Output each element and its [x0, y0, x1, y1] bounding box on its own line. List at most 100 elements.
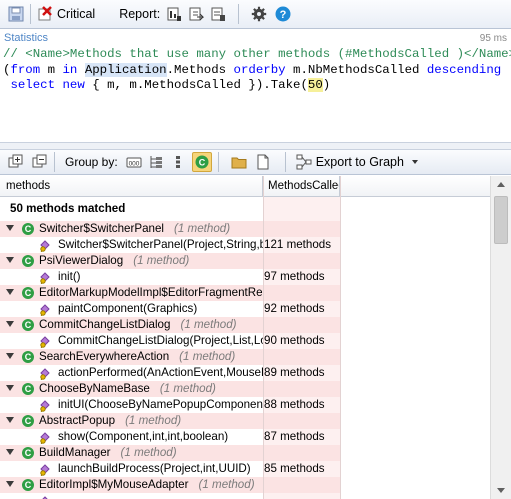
scroll-up-icon[interactable]	[497, 182, 505, 187]
query-editor[interactable]: // <Name>Methods that use many other met…	[0, 47, 511, 145]
expand-chevron-icon[interactable]	[6, 449, 14, 455]
group-assembly-icon[interactable]: 000	[126, 154, 142, 170]
type-method-count: (1 method)	[133, 254, 190, 267]
class-icon: C	[22, 255, 34, 267]
results-toolbar: Group by: 000 C Export to Graph	[0, 150, 511, 175]
expand-chevron-icon[interactable]	[6, 481, 14, 487]
type-method-count: (1 method)	[198, 478, 255, 491]
type-row[interactable]: C Switcher$SwitcherPanel (1 method)	[0, 221, 490, 237]
type-row[interactable]: C SearchEverywhereAction (1 method)	[0, 349, 490, 365]
methods-called-value	[264, 493, 340, 499]
save-icon[interactable]	[8, 6, 24, 22]
type-name: Switcher$SwitcherPanel	[39, 222, 165, 235]
method-row[interactable]: paintComponent(Graphics) 92 methods	[0, 301, 490, 317]
help-icon[interactable]: ?	[275, 6, 291, 22]
method-row[interactable]: Switcher$SwitcherPanel(Project,String,bo…	[0, 237, 490, 253]
method-name: show(Component,int,int,boolean)	[58, 430, 229, 443]
method-row[interactable]: launchBuildProcess(Project,int,UUID) 85 m…	[0, 461, 490, 477]
method-row[interactable]: show(Component,int,int,boolean) 87 method…	[0, 429, 490, 445]
type-row[interactable]: C EditorImpl$MyMouseAdapter (1 method)	[0, 477, 490, 493]
gear-icon[interactable]	[251, 6, 267, 22]
method-name: init()	[58, 270, 81, 283]
report-table-icon[interactable]	[166, 6, 182, 22]
methods-called-value: 92 methods	[264, 301, 340, 317]
vertical-scrollbar[interactable]	[490, 176, 511, 499]
svg-text:000: 000	[128, 161, 139, 168]
query-line-2: (from m in Application.Methods orderby m…	[3, 62, 502, 77]
expand-chevron-icon[interactable]	[6, 321, 14, 327]
column-header-methods-called[interactable]: MethodsCalled	[264, 176, 340, 197]
group-namespace-icon[interactable]	[148, 154, 164, 170]
svg-text:?: ?	[280, 9, 287, 21]
type-name: EditorImpl$MyMouseAdapter	[39, 478, 189, 491]
summary-row: 50 methods matched	[0, 197, 490, 221]
type-name: CommitChangeListDialog	[39, 318, 171, 331]
critical-button[interactable]: Critical	[37, 3, 95, 25]
methods-called-value: 89 methods	[264, 365, 340, 381]
method-icon	[39, 463, 53, 477]
type-row[interactable]: C PsiViewerDialog (1 method)	[0, 253, 490, 269]
class-icon: C	[22, 383, 34, 395]
type-method-count: (1 method)	[174, 222, 231, 235]
method-icon	[39, 367, 53, 381]
export-to-graph-button[interactable]: Export to Graph	[296, 151, 418, 173]
type-method-count: (1 method)	[159, 382, 216, 395]
query-line-1: // <Name>Methods that use many other met…	[3, 47, 511, 61]
method-row[interactable]: actionPerformed(AnActionEvent,MouseEv 89 …	[0, 365, 490, 381]
scroll-thumb[interactable]	[494, 196, 508, 244]
expand-chevron-icon[interactable]	[6, 353, 14, 359]
collapse-all-icon[interactable]	[32, 154, 48, 170]
type-row[interactable]: C BuildManager (1 method)	[0, 445, 490, 461]
expand-chevron-icon[interactable]	[6, 417, 14, 423]
graph-icon	[296, 154, 312, 170]
scroll-down-icon[interactable]	[497, 488, 505, 493]
method-icon	[39, 271, 53, 285]
method-name: actionPerformed(AnActionEvent,MouseEv	[58, 366, 263, 379]
method-row[interactable]: initUI(ChooseByNamePopupComponent$I 88 me…	[0, 397, 490, 413]
group-list-icon[interactable]	[170, 154, 186, 170]
splitter[interactable]	[0, 142, 511, 150]
chevron-down-icon	[411, 160, 418, 164]
method-row[interactable]: init() 97 methods	[0, 269, 490, 285]
column-header-methods[interactable]: methods	[0, 176, 263, 197]
critical-rule-icon	[37, 6, 53, 22]
methods-called-value: 88 methods	[264, 397, 340, 413]
method-name: CommitChangeListDialog(Project,List,Loc	[58, 334, 263, 347]
expand-all-icon[interactable]	[8, 154, 24, 170]
type-row[interactable]: C CommitChangeListDialog (1 method)	[0, 317, 490, 333]
method-icon	[39, 431, 53, 445]
folder-icon[interactable]	[231, 154, 247, 170]
expand-chevron-icon[interactable]	[6, 289, 14, 295]
type-row[interactable]: C ChooseByNameBase (1 method)	[0, 381, 490, 397]
method-name: paintComponent(Graphics)	[58, 302, 198, 315]
methods-called-value: 85 methods	[264, 461, 340, 477]
expand-chevron-icon[interactable]	[6, 385, 14, 391]
column-divider	[340, 176, 341, 499]
class-icon: C	[22, 351, 34, 363]
file-icon[interactable]	[255, 154, 271, 170]
type-method-count: (1 method)	[125, 414, 182, 427]
grid-rows: 50 methods matched C Switcher$SwitcherPan…	[0, 197, 490, 499]
query-line-3: select new { m, m.MethodsCalled }).Take(…	[10, 78, 331, 92]
method-name: initUI(ChooseByNamePopupComponent$I	[58, 398, 263, 411]
method-row[interactable]	[0, 493, 490, 499]
method-icon	[39, 399, 53, 413]
type-name: ChooseByNameBase	[39, 382, 150, 395]
column-divider	[263, 176, 264, 499]
method-icon	[39, 303, 53, 317]
class-icon: C	[22, 479, 34, 491]
results-grid: methods MethodsCalled 50 methods matched…	[0, 176, 511, 499]
type-row[interactable]: C AbstractPopup (1 method)	[0, 413, 490, 429]
summary-text: 50 methods matched	[10, 202, 126, 215]
query-title: Statistics	[4, 32, 49, 44]
method-icon	[39, 335, 53, 349]
group-type-icon[interactable]: C	[191, 152, 212, 172]
report-doc-icon[interactable]	[210, 6, 226, 22]
expand-chevron-icon[interactable]	[6, 225, 14, 231]
method-name: launchBuildProcess(Project,int,UUID)	[58, 462, 251, 475]
type-row[interactable]: C EditorMarkupModelImpl$EditorFragmentRen…	[0, 285, 490, 301]
method-row[interactable]: CommitChangeListDialog(Project,List,Loc 9…	[0, 333, 490, 349]
expand-chevron-icon[interactable]	[6, 257, 14, 263]
report-export-icon[interactable]	[188, 6, 205, 22]
type-name: EditorMarkupModelImpl$EditorFragmentRenc	[39, 286, 263, 299]
